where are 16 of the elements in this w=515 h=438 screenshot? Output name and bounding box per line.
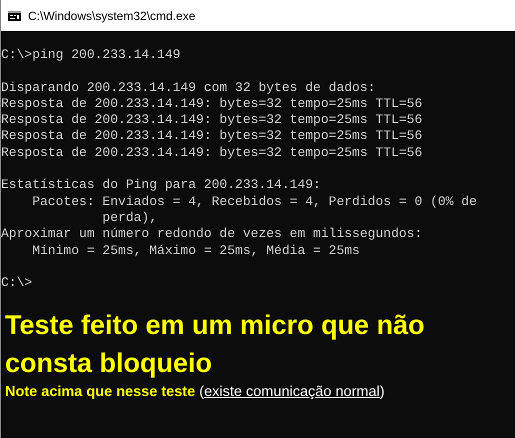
console-line: perda), [101,210,158,226]
window-title: C:\Windows\system32\cmd.exe [28,8,196,22]
console-line: C:\>ping 200.233.14.149 [1,47,180,64]
console-line: Resposta de 200.233.14.149: bytes=32 tempo=25ms TTL=56 [1,96,422,112]
console-line: Resposta de 200.233.14.149: bytes=32 tempo=25ms TTL=56 [1,128,422,145]
console-line: Resposta de 200.233.14.149: bytes=32 tempo=25ms TTL=56 [1,144,422,162]
caption-note: Note acima que nesse teste (existe comunicação normal) [5,382,385,402]
caption-heading: Teste feito em um micro que não consta bloqueio [5,308,426,380]
console-line: Aproximar um número redondo de vezes em milissegundos: [1,226,422,243]
console-line: C:\> [1,275,32,292]
console-line: Resposta de 200.233.14.149: bytes=32 tempo=25ms TTL=56 [1,112,422,128]
console-line: Pacotes: Enviados = 4, Recebidos = 4, Perdidos = 0 (0% de [31,194,477,210]
console-line: Disparando 200.233.14.149 com 32 bytes de dados: [1,80,376,96]
console-line: Estatísticas do Ping para 200.233.14.149: [1,177,321,194]
console-line: Mínimo = 25ms, Máximo = 25ms, Média = 25ms [31,242,360,259]
console-icon [8,10,21,20]
